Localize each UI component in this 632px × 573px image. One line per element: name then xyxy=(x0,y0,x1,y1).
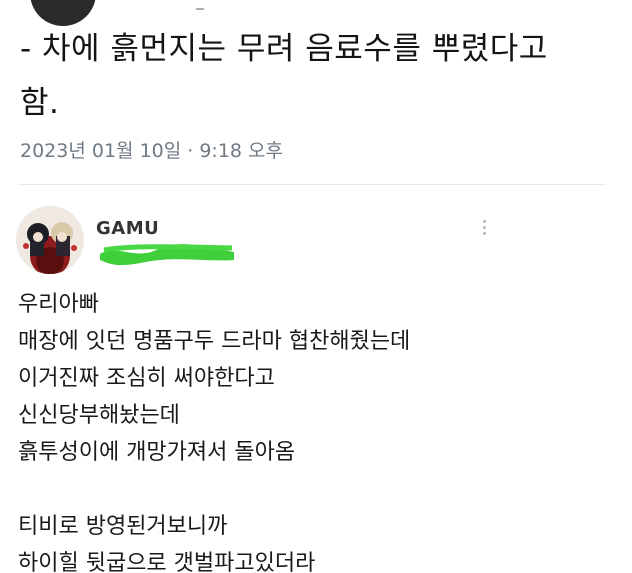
screenshot-page: - 차에 흙먼지는 무려 음료수를 뿌렸다고 함. 2023년 01월 10일 … xyxy=(0,0,632,573)
tweet-text-line: - 차에 흙먼지는 무려 음료수를 뿌렸다고 xyxy=(20,31,548,67)
avatar-illustration xyxy=(16,206,84,274)
comment-line: 우리아빠 xyxy=(18,292,99,317)
tweet-text-line: 함. xyxy=(20,85,60,121)
comment-line: 티비로 방영된거보니까 xyxy=(18,514,228,539)
avatar[interactable] xyxy=(16,206,84,274)
comment-line: 매장에 잇던 명품구두 드라마 협찬해줬는데 xyxy=(18,329,411,354)
comment-username[interactable]: GAMU xyxy=(96,218,159,239)
previous-tweet-text: - 차에 흙먼지는 무려 음료수를 뿌렸다고 함. xyxy=(20,22,620,130)
comment-line: 이거진짜 조심히 써야한다고 xyxy=(18,366,275,391)
comment-line: 하이힐 뒷굽으로 갯벌파고있더라 xyxy=(18,551,316,573)
comment-line: 신신당부해놨는데 xyxy=(18,403,180,428)
tweet-timestamp[interactable]: 2023년 01월 10일 · 9:18 오후 xyxy=(20,136,283,163)
comment-card: GAMU 우리아빠 매장에 잇던 명품구두 드라마 협찬해줬는데 이거진짜 조심… xyxy=(12,196,612,573)
kebab-vertical-icon[interactable] xyxy=(478,220,490,240)
previous-tweet-divider-mark xyxy=(196,8,204,10)
comment-body: 우리아빠 매장에 잇던 명품구두 드라마 협찬해줬는데 이거진짜 조심히 써야한… xyxy=(18,286,608,573)
section-divider xyxy=(18,184,606,185)
comment-line: 흙투성이에 개망가져서 돌아옴 xyxy=(18,440,296,465)
redacted-handle-scribble xyxy=(100,244,234,266)
